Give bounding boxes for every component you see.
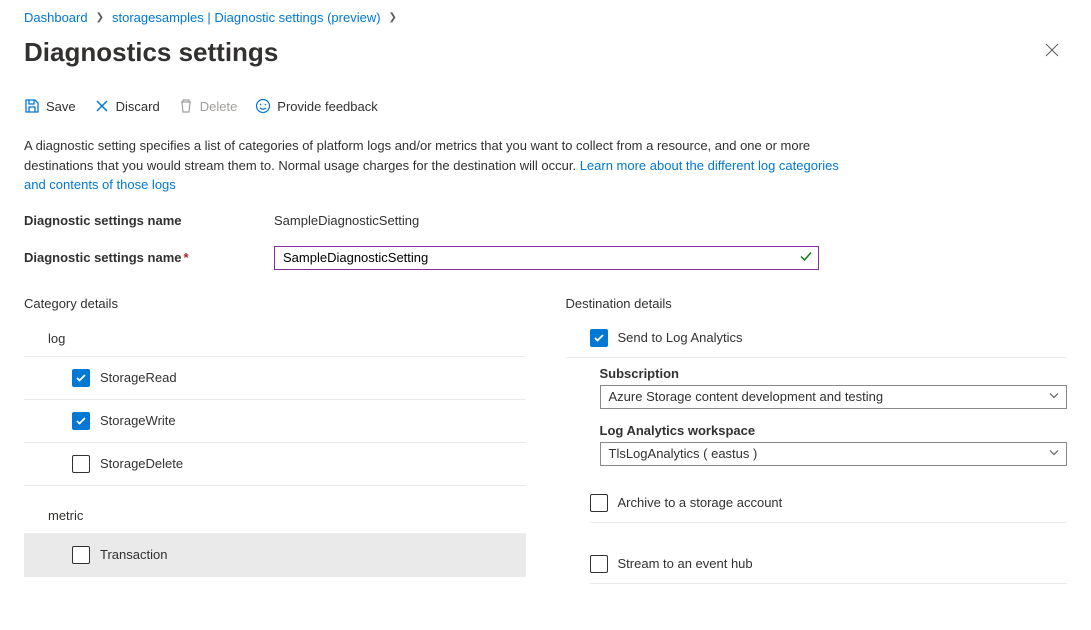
name-readonly-label: Diagnostic settings name xyxy=(24,213,274,228)
dest-label: Stream to an event hub xyxy=(618,556,753,571)
log-header: log xyxy=(24,323,526,357)
name-input-label: Diagnostic settings name* xyxy=(24,250,274,265)
workspace-select[interactable]: TlsLogAnalytics ( eastus ) xyxy=(600,442,1068,466)
checkbox-send-log-analytics[interactable] xyxy=(590,329,608,347)
checkbox-stream[interactable] xyxy=(590,555,608,573)
name-input[interactable] xyxy=(274,246,819,270)
description-text: A diagnostic setting specifies a list of… xyxy=(24,136,864,195)
checkbox-transaction[interactable] xyxy=(72,546,90,564)
checkbox-archive[interactable] xyxy=(590,494,608,512)
metric-label: Transaction xyxy=(100,547,167,562)
category-title: Category details xyxy=(24,296,526,311)
close-icon xyxy=(1045,43,1059,57)
chevron-right-icon: ❯ xyxy=(96,12,104,23)
name-readonly-value: SampleDiagnosticSetting xyxy=(274,213,419,228)
feedback-label: Provide feedback xyxy=(277,99,377,114)
delete-icon xyxy=(178,98,194,114)
log-row-storagedelete[interactable]: StorageDelete xyxy=(24,443,526,486)
feedback-button[interactable]: Provide feedback xyxy=(255,98,377,114)
checkbox-storageread[interactable] xyxy=(72,369,90,387)
page-title: Diagnostics settings xyxy=(24,37,278,68)
discard-button[interactable]: Discard xyxy=(94,98,160,114)
dest-label: Send to Log Analytics xyxy=(618,330,743,345)
discard-label: Discard xyxy=(116,99,160,114)
delete-button: Delete xyxy=(178,98,238,114)
subscription-select[interactable]: Azure Storage content development and te… xyxy=(600,385,1068,409)
dest-archive[interactable]: Archive to a storage account xyxy=(590,480,1068,523)
log-row-storagewrite[interactable]: StorageWrite xyxy=(24,400,526,443)
chevron-down-icon xyxy=(1048,446,1060,461)
breadcrumb: Dashboard ❯ storagesamples | Diagnostic … xyxy=(24,4,1067,27)
dest-send-log-analytics[interactable]: Send to Log Analytics xyxy=(566,323,1068,358)
log-row-storageread[interactable]: StorageRead xyxy=(24,357,526,400)
subscription-label: Subscription xyxy=(600,366,1068,381)
save-icon xyxy=(24,98,40,114)
breadcrumb-diagnostic-settings[interactable]: storagesamples | Diagnostic settings (pr… xyxy=(112,10,381,25)
save-button[interactable]: Save xyxy=(24,98,76,114)
feedback-icon xyxy=(255,98,271,114)
toolbar: Save Discard Delete Provide feedback xyxy=(24,98,1067,122)
dest-label: Archive to a storage account xyxy=(618,495,783,510)
metric-header: metric xyxy=(24,500,526,534)
log-label: StorageDelete xyxy=(100,456,183,471)
chevron-right-icon: ❯ xyxy=(389,12,397,23)
dest-stream[interactable]: Stream to an event hub xyxy=(590,541,1068,584)
workspace-label: Log Analytics workspace xyxy=(600,423,1068,438)
log-label: StorageWrite xyxy=(100,413,176,428)
chevron-down-icon xyxy=(1048,389,1060,404)
checkbox-storagedelete[interactable] xyxy=(72,455,90,473)
checkbox-storagewrite[interactable] xyxy=(72,412,90,430)
subscription-value: Azure Storage content development and te… xyxy=(609,389,884,404)
metric-row-transaction[interactable]: Transaction xyxy=(24,534,526,577)
delete-label: Delete xyxy=(200,99,238,114)
discard-icon xyxy=(94,98,110,114)
check-icon xyxy=(799,249,813,266)
log-label: StorageRead xyxy=(100,370,177,385)
save-label: Save xyxy=(46,99,76,114)
breadcrumb-dashboard[interactable]: Dashboard xyxy=(24,10,88,25)
close-button[interactable] xyxy=(1037,35,1067,70)
workspace-value: TlsLogAnalytics ( eastus ) xyxy=(609,446,758,461)
destination-title: Destination details xyxy=(566,296,1068,311)
